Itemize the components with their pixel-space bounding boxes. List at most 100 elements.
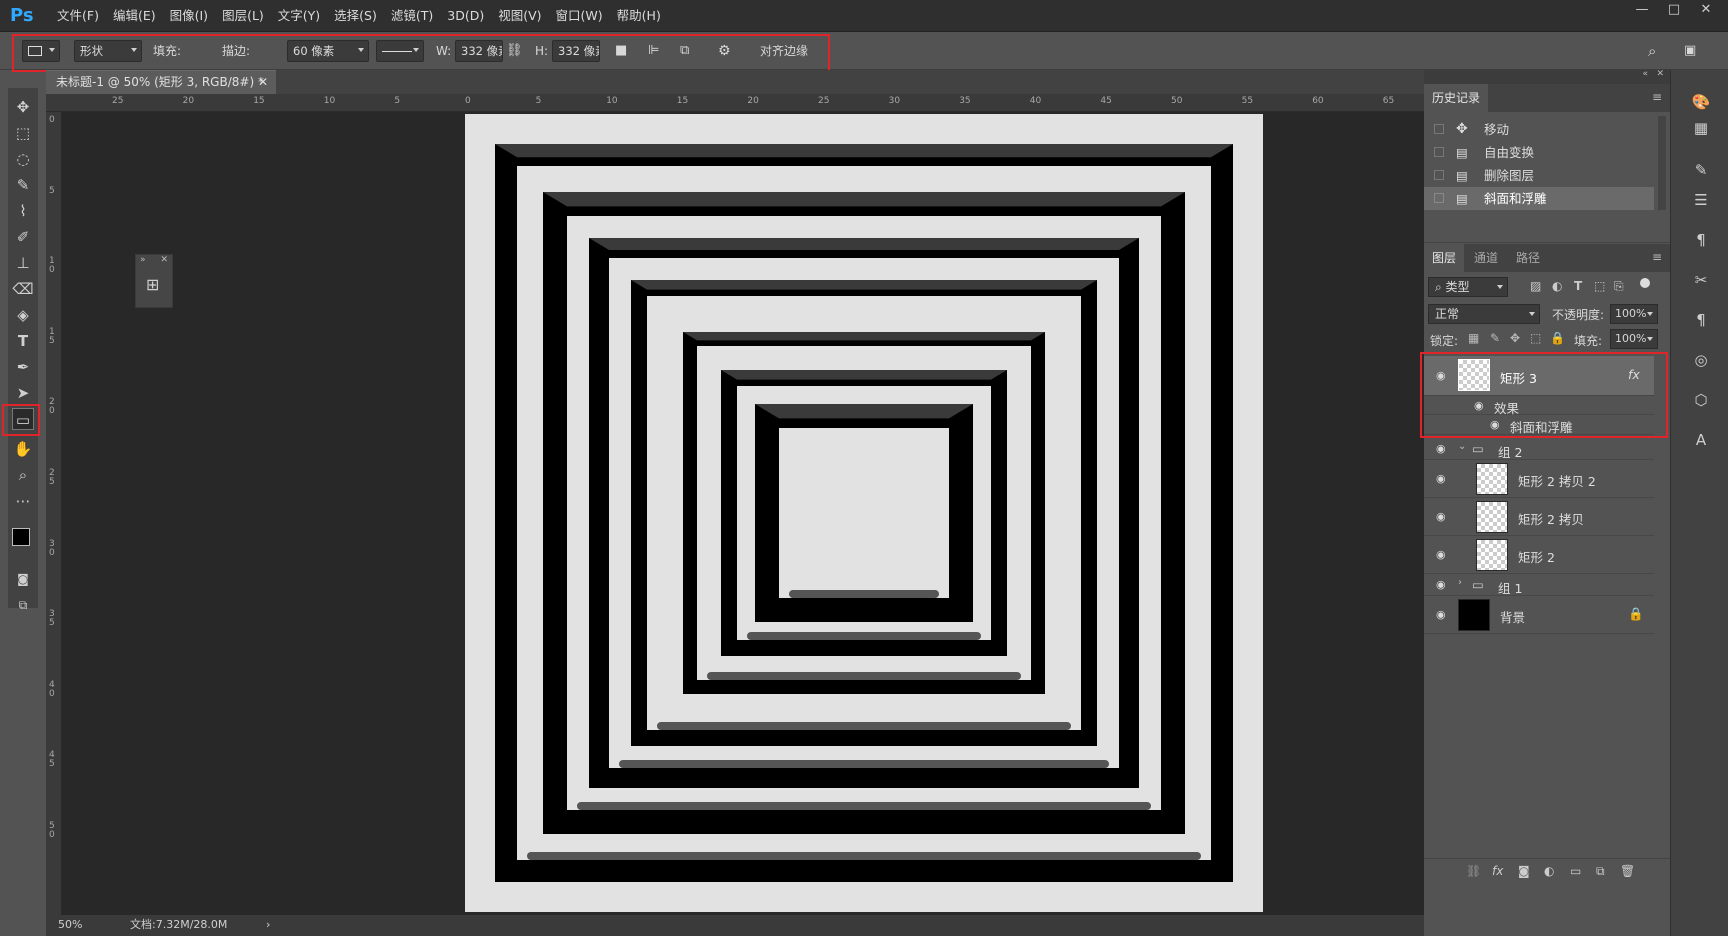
stroke-width-field[interactable]: 60 像素 [287,40,369,62]
filter-smart-icon[interactable]: ⎘ [1614,279,1624,294]
history-item-selected[interactable]: ▤ 斜面和浮雕 [1424,187,1654,210]
layer-row[interactable]: ◉ 矩形 2 [1424,536,1654,574]
menu-window[interactable]: 窗口(W) [549,0,610,32]
layer-row[interactable]: ◉ 矩形 2 拷贝 2 [1424,460,1654,498]
collapse-icon[interactable]: « [1642,69,1648,79]
brushes-icon[interactable]: ✎ [1691,160,1711,180]
navigator-icon[interactable]: ◎ [1691,350,1711,370]
marquee-tool-icon[interactable]: ⬚ [12,122,34,144]
history-scrollbar[interactable] [1658,116,1666,210]
menu-view[interactable]: 视图(V) [491,0,548,32]
path-select-tool-icon[interactable]: ➤ [12,382,34,404]
filter-pixel-icon[interactable]: ▨ [1530,279,1541,293]
zoom-level[interactable]: 50% [58,915,82,935]
tab-layers[interactable]: 图层 [1424,244,1465,272]
pen-tool-icon[interactable]: ✒ [12,356,34,378]
menu-3d[interactable]: 3D(D) [440,0,491,32]
tab-history[interactable]: 历史记录 [1424,84,1489,112]
lock-pixels-icon[interactable]: ✎ [1490,331,1500,345]
document-canvas[interactable] [465,114,1263,912]
layer-filter-select[interactable]: ⌕ 类型 [1428,277,1508,297]
lock-transparency-icon[interactable]: ▦ [1468,331,1479,345]
dock-close-icon[interactable]: ✕ [1656,69,1664,79]
lasso-tool-icon[interactable]: ◌ [12,148,34,170]
visibility-eye-icon[interactable]: ◉ [1436,443,1450,455]
zoom-tool-icon[interactable]: ⌕ [12,464,34,486]
lock-position-icon[interactable]: ✥ [1510,331,1520,345]
layer-row[interactable]: ◉ 矩形 2 拷贝 [1424,498,1654,536]
path-alignment-icon[interactable]: ⊫ [648,40,659,62]
width-field[interactable]: 332 像素 [455,40,503,62]
eraser-tool-icon[interactable]: ⌫ [12,278,34,300]
filter-shape-icon[interactable]: ⬚ [1594,279,1605,293]
quick-select-tool-icon[interactable]: ✎ [12,174,34,196]
status-arrow-icon[interactable]: › [266,915,270,935]
group-row[interactable]: ◉ › ▭ 组 1 [1424,574,1654,596]
add-style-icon[interactable]: fx [1492,864,1503,878]
blend-mode-select[interactable]: 正常 [1428,304,1540,324]
path-arrangement-icon[interactable]: ⧉ [680,40,689,62]
menu-edit[interactable]: 编辑(E) [106,0,163,32]
group-row[interactable]: ◉ ⌄ ▭ 组 2 [1424,438,1654,460]
stamp-tool-icon[interactable]: ⊥ [12,252,34,274]
history-menu-icon[interactable]: ≡ [1652,90,1662,104]
quick-mask-icon[interactable]: ◙ [12,568,34,590]
link-icon[interactable]: ⛓ [506,40,523,62]
group-name[interactable]: 组 1 [1498,578,1522,597]
gear-icon[interactable]: ⚙ [718,40,731,62]
more-tools-icon[interactable]: ⋯ [12,490,34,512]
stroke-type-select[interactable] [376,40,424,62]
new-group-icon[interactable]: ▭ [1570,864,1581,878]
history-item[interactable]: ▤ 删除图层 [1424,164,1654,187]
lock-artboard-icon[interactable]: ⬚ [1530,331,1541,345]
document-tab[interactable]: 未标题-1 @ 50% (矩形 3, RGB/8#) * ✕ [46,70,276,94]
path-operations-icon[interactable]: ■ [615,40,627,62]
visibility-eye-icon[interactable]: ◉ [1436,579,1450,591]
link-layers-icon[interactable]: ⛓ [1466,864,1481,878]
chevron-down-icon[interactable]: ⌄ [1458,441,1466,452]
layer-name[interactable]: 矩形 2 拷贝 [1518,509,1584,528]
chevron-right-icon[interactable]: › [1458,577,1462,588]
new-adjustment-icon[interactable]: ◐ [1544,864,1554,878]
layer-name[interactable]: 背景 [1500,607,1525,626]
menu-select[interactable]: 选择(S) [327,0,384,32]
tool-preset-picker[interactable] [22,40,60,62]
menu-type[interactable]: 文字(Y) [271,0,327,32]
menu-layer[interactable]: 图层(L) [215,0,271,32]
search-icon[interactable]: ⌕ [1648,40,1656,62]
hand-tool-icon[interactable]: ✋ [12,438,34,460]
glyphs-icon[interactable]: A [1691,430,1711,450]
fill-opacity-field[interactable]: 100% [1610,329,1658,349]
height-field[interactable]: 332 像素 [552,40,600,62]
layers-menu-icon[interactable]: ≡ [1652,250,1662,264]
close-tab-icon[interactable]: ✕ [258,71,268,93]
expand-icon[interactable]: » [140,255,146,265]
visibility-eye-icon[interactable]: ◉ [1436,473,1450,485]
brush-tool-icon[interactable]: ✐ [12,226,34,248]
layer-name[interactable]: 矩形 2 拷贝 2 [1518,471,1596,490]
group-name[interactable]: 组 2 [1498,442,1522,461]
tab-paths[interactable]: 路径 [1508,244,1548,272]
3d-cube-icon[interactable]: ⬡ [1691,390,1711,410]
filter-adjustment-icon[interactable]: ◐ [1552,279,1562,293]
menu-file[interactable]: 文件(F) [50,0,106,32]
history-item[interactable]: ✥ 移动 [1424,118,1654,141]
visibility-eye-icon[interactable]: ◉ [1436,549,1450,561]
add-mask-icon[interactable]: ◙ [1518,864,1530,878]
paragraph-icon[interactable]: ¶ [1691,310,1711,330]
lock-all-icon[interactable]: 🔒 [1550,331,1565,345]
close-icon[interactable]: ✕ [160,255,168,265]
menu-filter[interactable]: 滤镜(T) [384,0,440,32]
opacity-field[interactable]: 100% [1610,304,1658,324]
color-palette-icon[interactable]: 🎨 [1691,92,1711,112]
history-item[interactable]: ▤ 自由变换 [1424,141,1654,164]
minimize-button[interactable]: — [1626,0,1658,22]
menu-image[interactable]: 图像(I) [163,0,215,32]
properties-icon[interactable]: ⊞ [146,275,159,294]
workspace-icon[interactable]: ▣ [1684,40,1696,62]
swatches-grid-icon[interactable]: ▦ [1691,118,1711,138]
layer-row[interactable]: ◉ 背景 🔒 [1424,596,1654,634]
tab-channels[interactable]: 通道 [1466,244,1506,272]
move-tool-icon[interactable]: ✥ [12,96,34,118]
layer-name[interactable]: 矩形 2 [1518,547,1555,566]
